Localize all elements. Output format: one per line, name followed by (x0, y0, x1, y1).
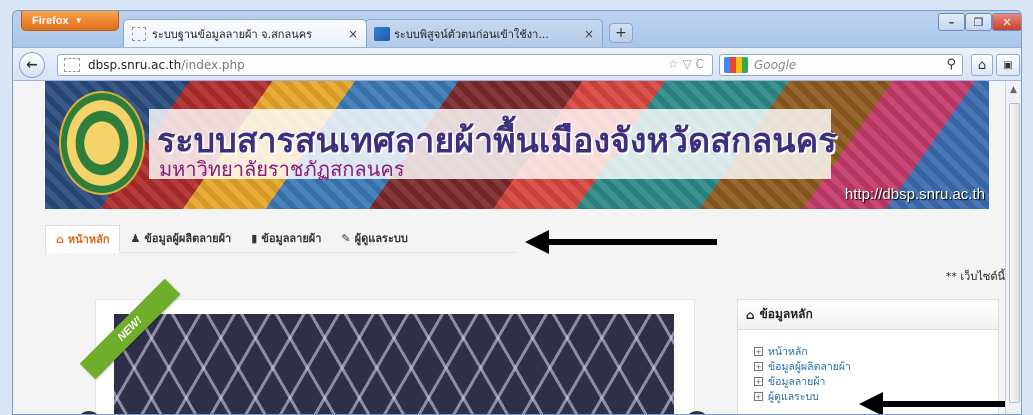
firefox-menu-button[interactable]: Firefox ▼ (21, 11, 119, 31)
menu-item-home[interactable]: ⌂ หน้าหลัก (45, 225, 121, 253)
menu-item-admin[interactable]: ✎ ผู้ดูแลระบบ (331, 224, 417, 252)
new-tab-button[interactable]: + (609, 23, 633, 43)
book-icon: ▮ (251, 231, 258, 245)
menu-label: ข้อมูลผู้ผลิตลายผ้า (144, 232, 232, 245)
expand-box-icon: + (754, 362, 763, 371)
annotation-arrow-menu (525, 230, 717, 254)
banner-title-plate: ระบบสารสนเทศลายผ้าพื้นเมืองจังหวัดสกลนคร… (149, 109, 837, 181)
menu-item-producers[interactable]: ♟ ข้อมูลผู้ผลิตลายผ้า (120, 224, 241, 252)
tab-inactive[interactable]: ระบบพิสูจน์ตัวตนก่อนเข้าใช้งา... × (365, 19, 603, 47)
tab-active[interactable]: ระบบฐานข้อมูลลายผ้า จ.สกลนคร × (123, 19, 367, 47)
site-subtitle: มหาวิทยาลัยราชภัฏสกลนคร (159, 157, 405, 181)
home-button[interactable]: ⌂ (971, 54, 993, 76)
annotation-arrow-sidebar (859, 392, 1005, 414)
university-seal-logo (59, 91, 145, 195)
sidebar-item-home[interactable]: + หน้าหลัก (754, 344, 998, 359)
scroll-up-icon[interactable]: ▲ (1010, 85, 1017, 95)
user-icon: ♟ (130, 231, 141, 245)
wrench-icon: ✎ (341, 231, 351, 245)
menu-item-patterns[interactable]: ▮ ข้อมูลลายผ้า (241, 224, 331, 252)
home-icon: ⌂ (56, 232, 64, 246)
url-path: /index.php (181, 58, 245, 72)
menu-label: หน้าหลัก (67, 233, 110, 246)
scrollbar-thumb[interactable] (1009, 103, 1020, 403)
address-bar[interactable]: dbsp.snru.ac.th /index.php ☆ ▽ C (57, 54, 713, 76)
expand-box-icon: + (754, 392, 763, 401)
close-window-button[interactable]: ✕ (992, 13, 1021, 31)
search-placeholder: Google (754, 58, 797, 72)
marquee-notice: ** เว็บไซต์นี้ (945, 270, 1005, 283)
tab-strip: Firefox ▼ ระบบฐานข้อมูลลายผ้า จ.สกลนคร ×… (13, 11, 1021, 49)
google-logo-icon[interactable] (724, 57, 748, 73)
menu-label: ข้อมูลลายผ้า (261, 232, 322, 245)
tab-title: ระบบฐานข้อมูลลายผ้า จ.สกลนคร (152, 27, 312, 41)
back-button[interactable]: ← (19, 52, 45, 78)
site-banner: ระบบสารสนเทศลายผ้าพื้นเมืองจังหวัดสกลนคร… (45, 81, 989, 209)
banner-url: http://dbsp.snru.ac.th (844, 186, 985, 203)
navigation-toolbar: ← dbsp.snru.ac.th /index.php ☆ ▽ C Googl… (13, 47, 1021, 81)
site-identity-icon[interactable] (64, 58, 80, 72)
bookmarks-button[interactable]: ▣ (996, 54, 1020, 76)
url-host: dbsp.snru.ac.th (88, 58, 182, 72)
featured-slider: NEW! (79, 278, 695, 414)
vertical-scrollbar[interactable]: ▲ (1005, 81, 1021, 414)
sidebar-heading-label: ข้อมูลหลัก (759, 307, 813, 321)
site-favicon-icon (374, 26, 390, 41)
close-tab-icon[interactable]: × (584, 27, 594, 41)
tab-title: ระบบพิสูจน์ตัวตนก่อนเข้าใช้งา... (394, 27, 549, 41)
main-menu: ⌂ หน้าหลัก ♟ ข้อมูลผู้ผลิตลายผ้า ▮ ข้อมู… (45, 223, 515, 253)
close-tab-icon[interactable]: × (348, 27, 358, 41)
expand-box-icon: + (754, 347, 763, 356)
maximize-button[interactable]: ❐ (965, 13, 992, 31)
sidebar-link-label: ผู้ดูแลระบบ (768, 391, 819, 403)
page-content: ระบบสารสนเทศลายผ้าพื้นเมืองจังหวัดสกลนคร… (13, 81, 1005, 414)
page-favicon-icon (132, 26, 146, 41)
minimize-button[interactable]: – (938, 13, 965, 31)
sidebar-heading: ⌂ ข้อมูลหลัก (738, 300, 998, 330)
sidebar-item-patterns[interactable]: + ข้อมูลลายผ้า (754, 374, 998, 389)
expand-box-icon: + (754, 377, 763, 386)
browser-window: Firefox ▼ ระบบฐานข้อมูลลายผ้า จ.สกลนคร ×… (12, 10, 1022, 415)
fabric-photo[interactable] (114, 314, 674, 414)
firefox-menu-label: Firefox (32, 14, 69, 27)
search-icon[interactable]: ⚲ (946, 57, 956, 72)
home-icon: ⌂ (746, 307, 755, 322)
search-input[interactable]: Google ⚲ (719, 54, 963, 76)
menu-label: ผู้ดูแลระบบ (354, 232, 408, 245)
bookmark-star-icon[interactable]: ☆ ▽ C (668, 57, 704, 71)
chevron-down-icon: ▼ (74, 16, 83, 25)
sidebar-item-producers[interactable]: + ข้อมูลผู้ผลิตลายผ้า (754, 359, 998, 374)
